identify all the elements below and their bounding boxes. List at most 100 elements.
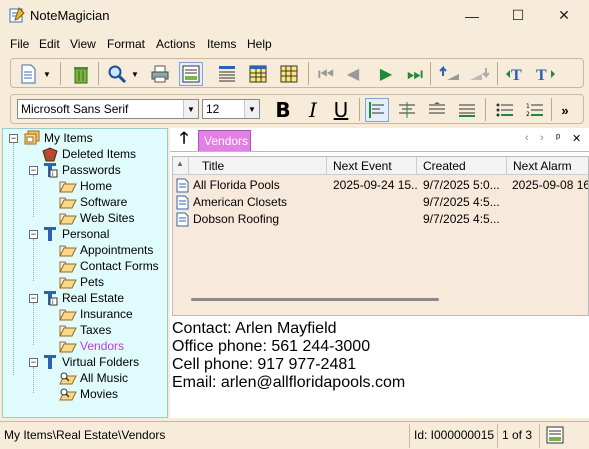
tree-item-real-estate[interactable]: i Real Estate <box>41 290 124 306</box>
tree-item-taxes[interactable]: Taxes <box>59 322 111 338</box>
column-header-title[interactable]: Title <box>197 157 327 175</box>
tree-item-pets[interactable]: Pets <box>59 274 104 290</box>
column-header-next-event[interactable]: Next Event <box>328 157 417 175</box>
tree-item-deleted-items[interactable]: Deleted Items <box>41 146 136 162</box>
font-family-select[interactable]: Microsoft Sans Serif ▼ <box>17 99 199 119</box>
up-arrow-icon[interactable]: 🡑 <box>174 130 194 151</box>
new-dropdown-icon[interactable]: ▼ <box>41 62 53 86</box>
note-folder-icon <box>59 194 77 210</box>
grid-view-icon[interactable] <box>277 62 301 86</box>
tree-collapse-icon[interactable]: T <box>504 62 528 86</box>
table-row[interactable]: American Closets 9/7/2025 4:5... <box>173 194 588 211</box>
table-row[interactable]: All Florida Pools 2025-09-24 15... 9/7/2… <box>173 177 588 194</box>
bold-icon[interactable]: B <box>271 98 295 122</box>
last-item-icon[interactable]: ⏭ <box>403 62 427 86</box>
maximize-button[interactable]: ☐ <box>495 0 541 31</box>
close-button[interactable]: ✕ <box>541 0 587 31</box>
search-dropdown-icon[interactable]: ▼ <box>129 62 141 86</box>
search-icon[interactable] <box>105 62 129 86</box>
tree-item-all-music[interactable]: All Music <box>59 370 128 386</box>
note-icon <box>176 212 189 227</box>
print-icon[interactable] <box>148 62 172 86</box>
tab-scroll-right-icon[interactable]: › <box>540 132 544 144</box>
note-content[interactable]: Contact: Arlen Mayfield Office phone: 56… <box>172 320 589 418</box>
collapse-toggle-icon[interactable]: − <box>29 358 38 367</box>
italic-icon[interactable]: I <box>301 98 325 122</box>
toolbar-divider <box>485 98 486 121</box>
cell-next-alarm: 2025-09-08 16... <box>512 178 588 192</box>
previous-item-icon[interactable]: ◀ <box>341 62 365 86</box>
status-item-id: Id: I000000015 <box>414 428 495 442</box>
align-justify-icon[interactable] <box>425 98 449 122</box>
cell-title: Dobson Roofing <box>193 212 280 226</box>
menu-view[interactable]: View <box>70 37 96 51</box>
collapse-toggle-icon[interactable]: − <box>9 134 18 143</box>
menu-help[interactable]: Help <box>247 37 272 51</box>
collapse-toggle-icon[interactable]: − <box>29 230 38 239</box>
menu-format[interactable]: Format <box>107 37 145 51</box>
minimize-button[interactable]: — <box>449 0 495 31</box>
note-line: Contact: Arlen Mayfield <box>172 320 337 337</box>
tree-item-virtual-folders[interactable]: Virtual Folders <box>41 354 139 370</box>
menu-file[interactable]: File <box>10 37 29 51</box>
tree-expand-icon[interactable]: T <box>533 62 557 86</box>
note-folder-icon <box>59 210 77 226</box>
note-view-icon[interactable] <box>179 62 203 86</box>
next-item-icon[interactable]: ▶ <box>374 62 398 86</box>
view-mode-icon[interactable] <box>545 425 565 445</box>
pin-icon[interactable]: ᵖ <box>556 132 560 144</box>
tree-item-vendors[interactable]: Vendors <box>59 338 124 354</box>
tree-item-home[interactable]: Home <box>59 178 112 194</box>
tree-item-label: Personal <box>62 227 110 241</box>
collapse-toggle-icon[interactable]: − <box>29 294 38 303</box>
first-item-icon[interactable]: ⏮ <box>314 62 338 86</box>
move-up-icon[interactable] <box>438 62 462 86</box>
horizontal-scrollbar[interactable] <box>191 298 439 301</box>
overflow-chevron-icon[interactable]: » <box>557 98 573 122</box>
tree-item-contact-forms[interactable]: Contact Forms <box>59 258 159 274</box>
align-center-icon[interactable] <box>395 98 419 122</box>
tree-item-insurance[interactable]: Insurance <box>59 306 133 322</box>
tree-item-software[interactable]: Software <box>59 194 127 210</box>
toolbar-divider <box>60 62 61 85</box>
table-row[interactable]: Dobson Roofing 9/7/2025 4:5... <box>173 211 588 228</box>
column-header-next-alarm[interactable]: Next Alarm <box>508 157 588 175</box>
align-right-icon[interactable] <box>455 98 479 122</box>
list-view-icon[interactable] <box>215 62 239 86</box>
tree-item-appointments[interactable]: Appointments <box>59 242 153 258</box>
collapse-toggle-icon[interactable]: − <box>29 166 38 175</box>
bullet-list-icon[interactable] <box>493 98 517 122</box>
numbered-list-icon[interactable]: 12 <box>523 98 547 122</box>
items-list: ▲ Title Next Event Created Next Alarm Al… <box>172 156 589 316</box>
tree-item-label-selected: Vendors <box>80 339 125 353</box>
align-left-icon[interactable] <box>365 98 389 122</box>
tree-item-label: Pets <box>80 275 105 289</box>
cell-title: All Florida Pools <box>193 178 280 192</box>
tree-connector <box>33 367 34 393</box>
tab-scroll-left-icon[interactable]: ‹ <box>525 132 529 144</box>
table-view-icon[interactable] <box>246 62 270 86</box>
status-bar: My Items\Real Estate\Vendors Id: I000000… <box>0 421 589 449</box>
tree-item-personal[interactable]: Personal <box>41 226 109 242</box>
menu-items[interactable]: Items <box>207 37 236 51</box>
tree-item-label: Insurance <box>80 307 133 321</box>
font-size-select[interactable]: 12 ▼ <box>202 99 260 119</box>
deleted-items-icon <box>41 146 59 162</box>
tree-item-web-sites[interactable]: Web Sites <box>59 210 134 226</box>
tree-connector <box>33 175 34 217</box>
menu-edit[interactable]: Edit <box>39 37 60 51</box>
column-header-created[interactable]: Created <box>418 157 507 175</box>
tab-close-icon[interactable]: ✕ <box>572 132 581 145</box>
delete-trash-icon[interactable] <box>69 62 93 86</box>
tree-item-my-items[interactable]: My Items <box>23 130 93 146</box>
note-folder-icon <box>59 274 77 290</box>
menu-actions[interactable]: Actions <box>156 37 195 51</box>
tree-item-movies[interactable]: Movies <box>59 386 118 402</box>
tree-item-passwords[interactable]: i Passwords <box>41 162 121 178</box>
move-down-icon[interactable] <box>467 62 491 86</box>
new-note-icon[interactable] <box>17 62 41 86</box>
title-bar: NoteMagician — ☐ ✕ <box>0 0 589 32</box>
cell-created: 9/7/2025 4:5... <box>423 212 500 226</box>
tab-vendors[interactable]: Vendors <box>198 130 251 151</box>
underline-icon[interactable]: U <box>329 98 353 122</box>
